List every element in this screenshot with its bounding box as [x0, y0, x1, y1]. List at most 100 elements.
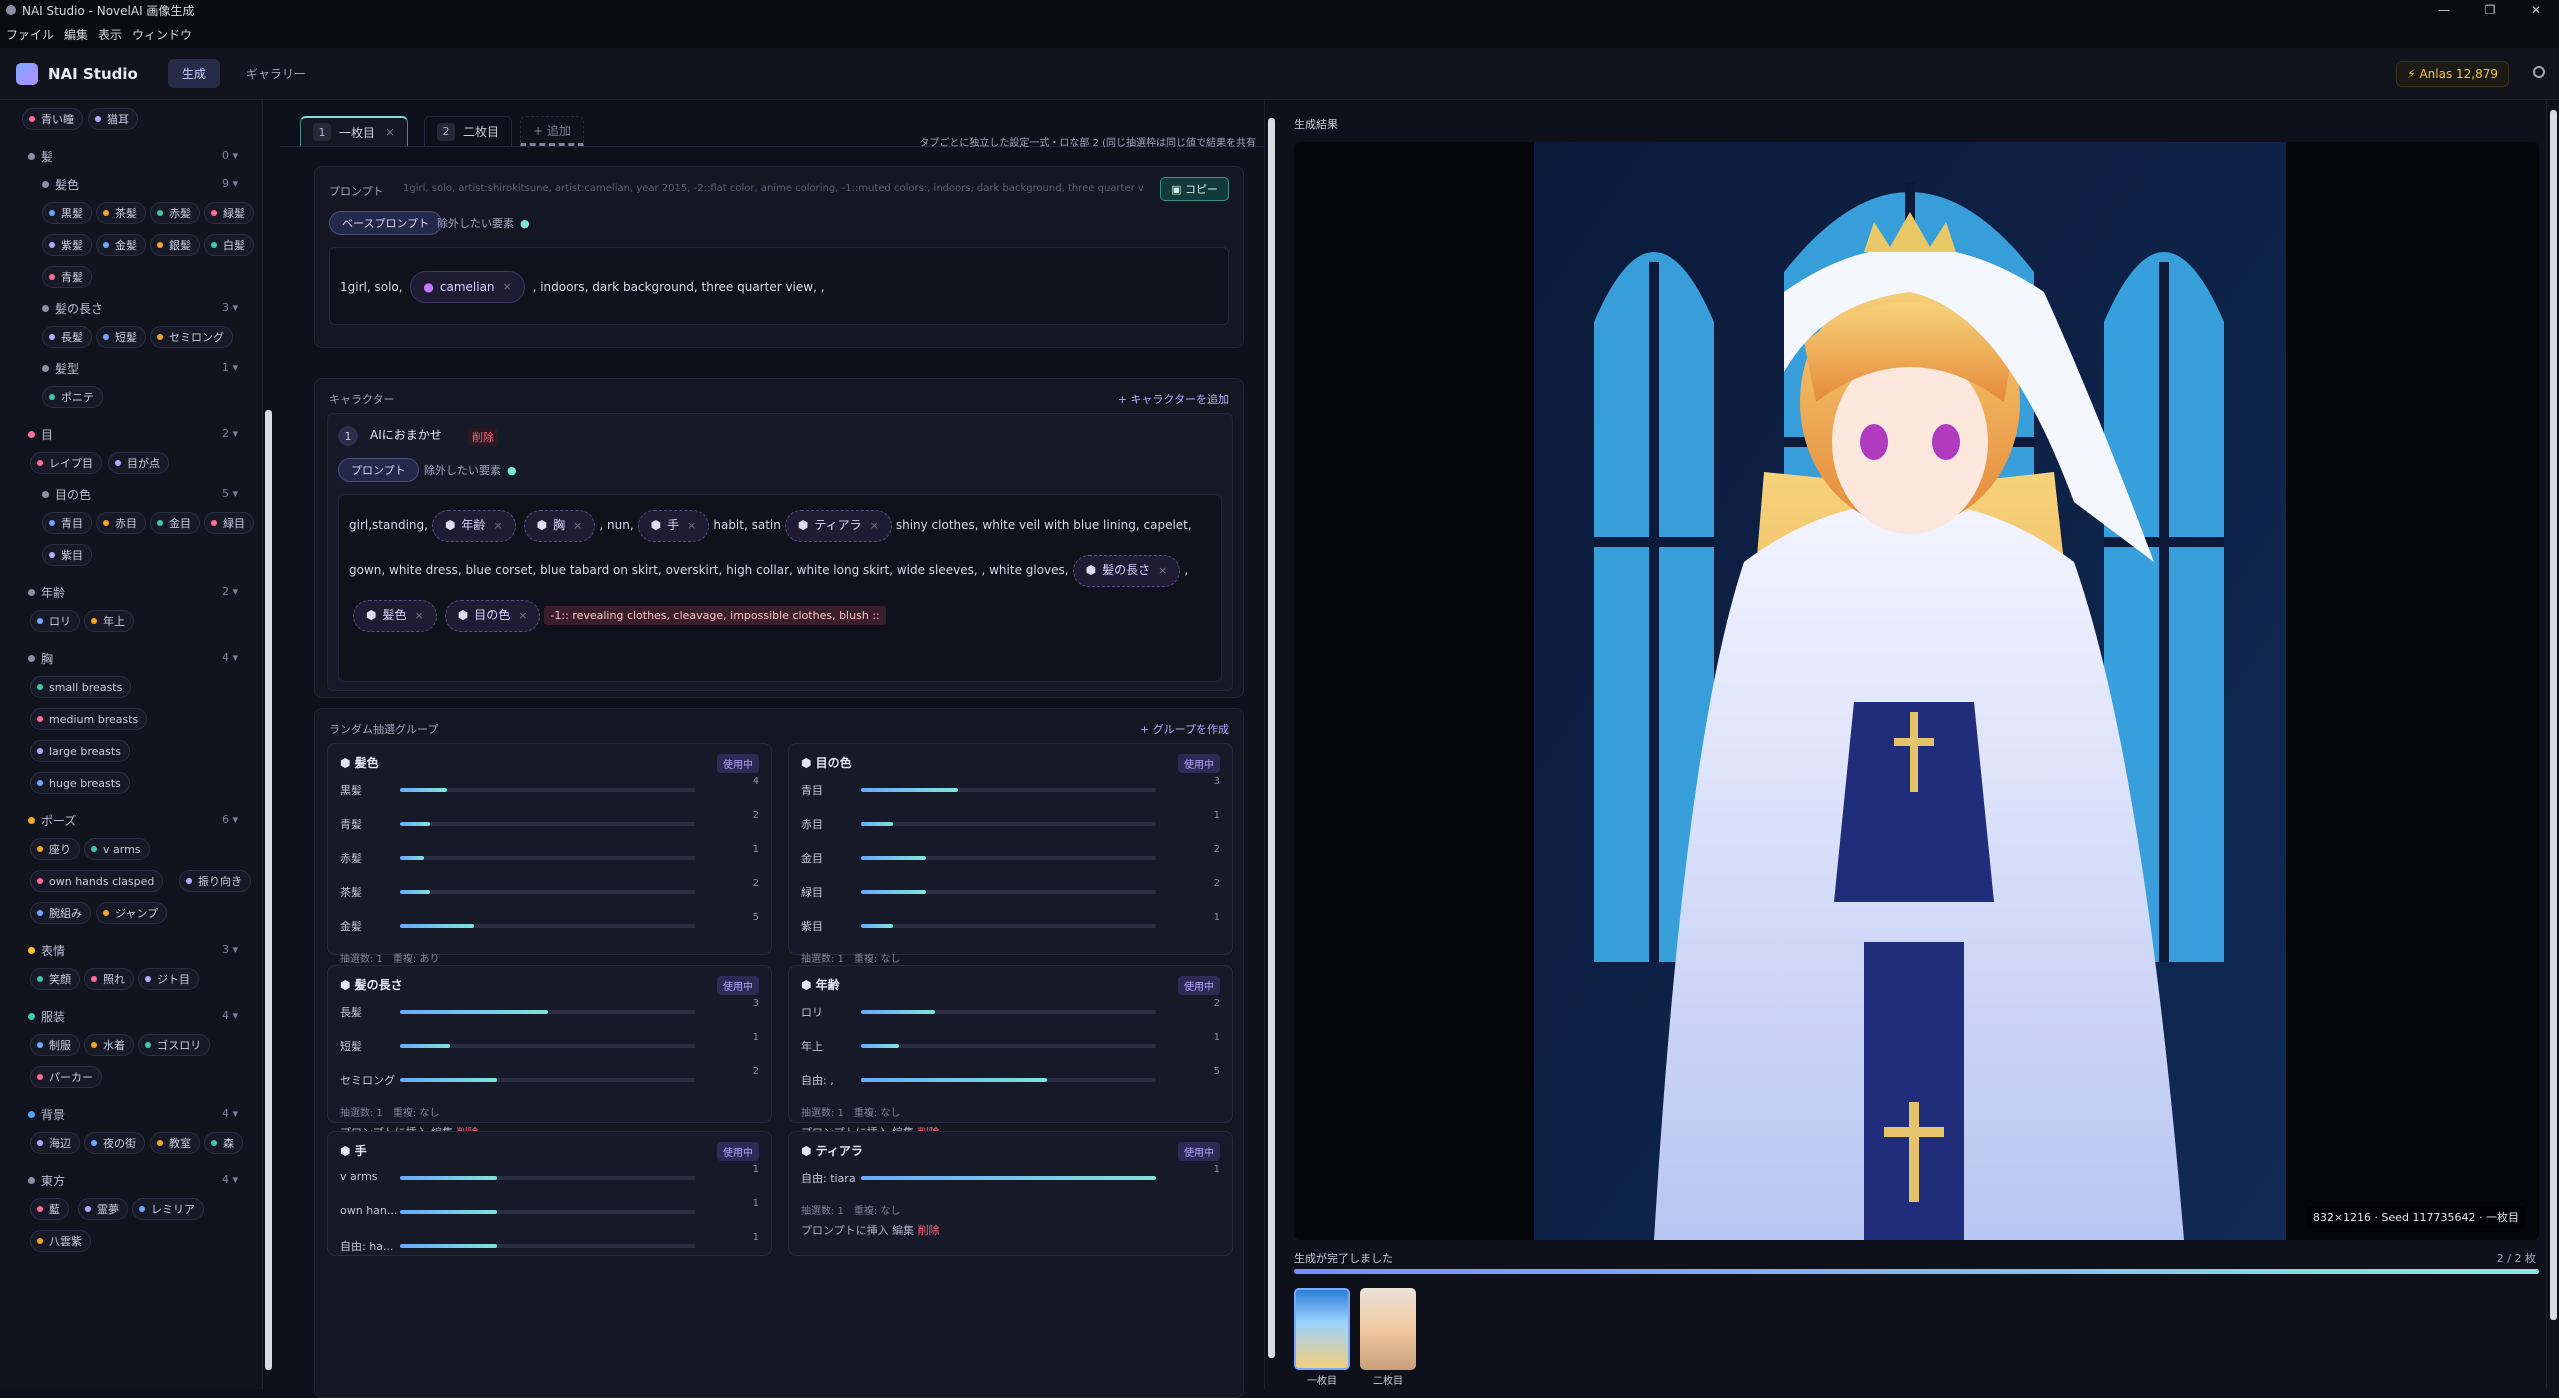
tag-chip[interactable]: 赤目: [96, 512, 146, 534]
group-header[interactable]: 髪: [28, 148, 53, 165]
tab-sheet-1[interactable]: 1 一枚目 ×: [300, 116, 409, 146]
close-button[interactable]: ✕: [2513, 0, 2559, 20]
base-prompt-editor[interactable]: 1girl, solo, ● camelian × , indoors, dark …: [329, 247, 1229, 325]
tag-chip[interactable]: 茶髪: [96, 202, 146, 224]
tag-chip[interactable]: レイプ目: [30, 452, 102, 474]
minimize-button[interactable]: —: [2421, 0, 2467, 20]
prompt-tag[interactable]: ● camelian ×: [410, 271, 525, 303]
tag-chip[interactable]: 森: [204, 1132, 243, 1154]
tag-chip[interactable]: 短髪: [96, 326, 146, 348]
weight-bar[interactable]: [861, 1010, 1156, 1014]
weight-bar[interactable]: [400, 1176, 695, 1180]
tag-chip[interactable]: 笑顔: [30, 968, 80, 990]
weight-bar[interactable]: [861, 1176, 1156, 1180]
character-prompt-editor[interactable]: girl,standing, ⬢ 年齢 × ⬢ 胸 ×, nun, ⬢ 手 × habit, sat…: [338, 494, 1222, 682]
group-header[interactable]: 髪型: [42, 360, 79, 377]
weight-bar[interactable]: [400, 856, 695, 860]
random-group-tag[interactable]: ⬢ 胸 ×: [523, 509, 596, 542]
settings-icon[interactable]: [2533, 66, 2545, 78]
menu-view[interactable]: 表示: [98, 26, 122, 43]
tab-char-prompt[interactable]: プロンプト: [338, 458, 419, 482]
maximize-button[interactable]: ❐: [2467, 0, 2513, 20]
weight-bar[interactable]: [861, 822, 1156, 826]
group-header[interactable]: 背景: [28, 1106, 65, 1123]
weight-bar[interactable]: [400, 1244, 695, 1248]
group-header[interactable]: 目の色: [42, 486, 91, 503]
tag-chip[interactable]: v arms: [84, 838, 150, 860]
edit-link[interactable]: 編集: [892, 1224, 914, 1237]
tag-chip[interactable]: 八雲紫: [30, 1230, 91, 1252]
thumbnail-1[interactable]: [1294, 1288, 1350, 1370]
add-character-button[interactable]: + キャラクターを追加: [1118, 391, 1229, 407]
tag-chip[interactable]: ポニテ: [42, 386, 103, 408]
tag-chip[interactable]: セミロング: [150, 326, 233, 348]
tag-chip[interactable]: 目が点: [108, 452, 169, 474]
sidebar-scrollbar[interactable]: [262, 100, 274, 1389]
tab-sheet-2[interactable]: 2 二枚目: [424, 116, 513, 146]
menu-file[interactable]: ファイル: [6, 26, 54, 43]
tag-chip[interactable]: 猫耳: [88, 108, 138, 130]
weight-bar[interactable]: [400, 890, 695, 894]
group-header[interactable]: 胸: [28, 650, 53, 667]
tag-chip[interactable]: 赤髪: [150, 202, 200, 224]
random-group-tag[interactable]: ⬢ 髪色 ×: [353, 599, 437, 632]
result-scrollbar[interactable]: [2546, 100, 2559, 1389]
tag-chip[interactable]: ゴスロリ: [138, 1034, 211, 1056]
tag-chip[interactable]: ロリ: [30, 610, 80, 632]
tab-char-negative[interactable]: 除外したい要素 ●: [412, 458, 529, 482]
tag-chip[interactable]: medium breasts: [30, 708, 148, 730]
tag-chip[interactable]: 緑目: [204, 512, 254, 534]
group-header[interactable]: 年齢: [28, 584, 65, 601]
menu-edit[interactable]: 編集: [64, 26, 88, 43]
tag-chip[interactable]: 金髪: [96, 234, 146, 256]
random-group-tag[interactable]: ⬢ 年齢 ×: [431, 509, 516, 542]
tag-chip[interactable]: 水着: [84, 1034, 134, 1056]
tag-chip[interactable]: 紫髪: [42, 234, 92, 256]
weight-bar[interactable]: [400, 788, 695, 792]
tag-chip[interactable]: パーカー: [30, 1066, 102, 1088]
tag-chip[interactable]: own hands clasped: [30, 870, 164, 892]
tag-chip[interactable]: 金目: [150, 512, 200, 534]
tag-chip[interactable]: 霊夢: [78, 1198, 128, 1220]
group-header[interactable]: ポーズ: [28, 812, 76, 829]
tag-chip[interactable]: 銀髪: [150, 234, 200, 256]
insert-link[interactable]: プロンプトに挿入: [801, 1224, 889, 1237]
random-group-tag[interactable]: ⬢ 髪の長さ ×: [1072, 554, 1181, 587]
generated-image-frame[interactable]: 832×1216 · Seed 117735642 · 一枚目: [1294, 142, 2539, 1240]
weight-bar[interactable]: [861, 856, 1156, 860]
tag-chip[interactable]: 夜の街: [84, 1132, 145, 1154]
group-header[interactable]: 表情: [28, 942, 65, 959]
menu-window[interactable]: ウィンドウ: [132, 26, 192, 43]
tag-chip[interactable]: 教室: [150, 1132, 200, 1154]
tag-chip[interactable]: 黒髪: [42, 202, 92, 224]
close-tab-icon[interactable]: ×: [385, 125, 395, 139]
weight-bar[interactable]: [400, 822, 695, 826]
tag-chip[interactable]: 座り: [30, 838, 80, 860]
weight-bar[interactable]: [400, 1078, 695, 1082]
add-tab-button[interactable]: + 追加: [520, 116, 584, 146]
group-header[interactable]: 東方: [28, 1172, 65, 1189]
weight-bar[interactable]: [861, 1078, 1156, 1082]
tag-chip[interactable]: 腕組み: [30, 902, 91, 924]
delete-link[interactable]: 削除: [918, 1224, 940, 1237]
tag-chip[interactable]: 制服: [30, 1034, 80, 1056]
character-name[interactable]: AIにおまかせ: [370, 426, 442, 443]
tag-chip[interactable]: 振り向き: [179, 870, 251, 892]
tab-gallery[interactable]: ギャラリー: [232, 59, 320, 88]
random-group-tag[interactable]: ⬢ ティアラ ×: [784, 509, 892, 542]
weight-bar[interactable]: [861, 788, 1156, 792]
group-header[interactable]: 髪色: [42, 176, 79, 193]
random-group-tag[interactable]: ⬢ 手 ×: [637, 509, 710, 542]
weight-bar[interactable]: [400, 924, 695, 928]
tab-generate[interactable]: 生成: [167, 59, 220, 88]
group-header[interactable]: 服装: [28, 1008, 65, 1025]
tag-chip[interactable]: 海辺: [30, 1132, 80, 1154]
weight-bar[interactable]: [861, 890, 1156, 894]
tab-negative[interactable]: 除外したい要素 ●: [425, 211, 542, 235]
tag-chip[interactable]: huge breasts: [30, 772, 130, 794]
tag-chip[interactable]: 緑髪: [204, 202, 254, 224]
weight-bar[interactable]: [861, 924, 1156, 928]
group-header[interactable]: 目: [28, 426, 53, 443]
tag-chip[interactable]: 紫目: [42, 544, 92, 566]
weight-bar[interactable]: [861, 1044, 1156, 1048]
